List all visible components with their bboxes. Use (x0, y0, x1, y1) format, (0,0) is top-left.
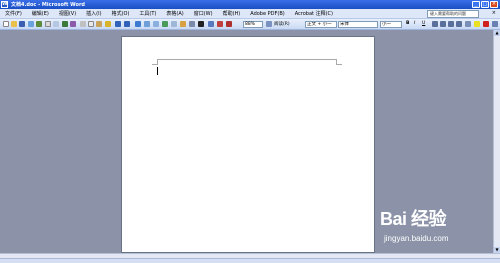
standard-toolbar: 88% 阅读(R) 正文 + 小一 宋体 小一 B I U (0, 19, 500, 30)
window-title: 文档4.doc - Microsoft Word (11, 2, 86, 8)
menu-edit[interactable]: 编辑(E) (27, 10, 54, 17)
word-app-icon: W (1, 1, 8, 8)
help-search-input[interactable]: 键入需要帮助的问题 (427, 10, 479, 18)
save-icon[interactable] (19, 21, 25, 27)
acrobat-icon[interactable] (226, 21, 232, 27)
bold-button[interactable]: B (406, 21, 409, 26)
hyperlink-icon[interactable] (135, 21, 141, 27)
paste-icon[interactable] (96, 21, 102, 27)
menu-insert[interactable]: 插入(I) (81, 10, 106, 17)
help-icon[interactable] (266, 21, 272, 27)
print-preview-icon[interactable] (53, 21, 59, 27)
menu-acrobat-comments[interactable]: Acrobat 注释(C) (290, 10, 338, 17)
minimize-button[interactable]: _ (472, 1, 480, 8)
pdf-icon[interactable] (217, 21, 223, 27)
menu-adobe-pdf[interactable]: Adobe PDF(B) (245, 11, 289, 17)
menu-format[interactable]: 格式(O) (107, 10, 135, 17)
highlight-icon[interactable] (474, 21, 480, 27)
align-left-icon[interactable] (432, 21, 438, 27)
format-painter-icon[interactable] (105, 21, 111, 27)
open-folder-icon[interactable] (11, 21, 17, 27)
italic-button[interactable]: I (414, 21, 415, 26)
font-size-select[interactable]: 小一 (380, 21, 402, 28)
title-bar: W 文档4.doc - Microsoft Word _ □ × (0, 0, 500, 9)
show-hide-icon[interactable] (198, 21, 204, 27)
menu-tools[interactable]: 工具(T) (134, 10, 161, 17)
zoom-icon[interactable] (208, 21, 214, 27)
close-button[interactable]: × (490, 1, 498, 8)
new-document-icon[interactable] (3, 21, 9, 27)
window-controls: _ □ × (472, 1, 498, 8)
read-mode-button[interactable]: 阅读(R) (274, 21, 290, 27)
drawing-icon[interactable] (180, 21, 186, 27)
margin-corner-top-right (336, 59, 342, 65)
menu-window[interactable]: 窗口(W) (189, 10, 218, 17)
copy-icon[interactable] (88, 21, 94, 27)
font-select[interactable]: 宋体 (338, 21, 378, 28)
scroll-up-arrow-icon[interactable]: ▲ (494, 30, 500, 36)
document-page[interactable] (121, 36, 375, 253)
zoom-select[interactable]: 88% (243, 21, 263, 28)
columns-icon[interactable] (171, 21, 177, 27)
print-icon[interactable] (45, 21, 51, 27)
maximize-button[interactable]: □ (481, 1, 489, 8)
permission-icon[interactable] (28, 21, 34, 27)
spelling-icon[interactable] (62, 21, 68, 27)
research-icon[interactable] (70, 21, 76, 27)
underline-button[interactable]: U (422, 21, 425, 26)
line-spacing-icon[interactable] (465, 21, 471, 27)
align-center-icon[interactable] (440, 21, 446, 27)
menu-view[interactable]: 视图(V) (54, 10, 81, 17)
font-color-icon[interactable] (483, 21, 489, 27)
insert-table-icon[interactable] (153, 21, 159, 27)
menu-bar: 文件(F) 编辑(E) 视图(V) 插入(I) 格式(O) 工具(T) 表格(A… (0, 9, 500, 19)
insert-excel-icon[interactable] (162, 21, 168, 27)
cut-icon[interactable] (80, 21, 86, 27)
align-right-icon[interactable] (448, 21, 454, 27)
status-bar (0, 258, 500, 263)
menu-file[interactable]: 文件(F) (0, 10, 27, 17)
toolbar-options-icon[interactable] (492, 21, 498, 27)
email-icon[interactable] (36, 21, 42, 27)
watermark-brand: Bai 经验 (380, 209, 447, 229)
style-select[interactable]: 正文 + 小一 (305, 21, 337, 28)
close-document-button[interactable]: × (492, 10, 496, 16)
tables-borders-icon[interactable] (144, 21, 150, 27)
header-line (158, 59, 336, 60)
baidu-jingyan-watermark: Bai 经验 jingyan.baidu.com (380, 205, 498, 253)
text-cursor (157, 67, 158, 75)
menu-table[interactable]: 表格(A) (161, 10, 188, 17)
justify-icon[interactable] (456, 21, 462, 27)
undo-icon[interactable] (115, 21, 121, 27)
watermark-url: jingyan.baidu.com (384, 234, 449, 243)
document-map-icon[interactable] (189, 21, 195, 27)
menu-help[interactable]: 帮助(H) (218, 10, 246, 17)
redo-icon[interactable] (124, 21, 130, 27)
